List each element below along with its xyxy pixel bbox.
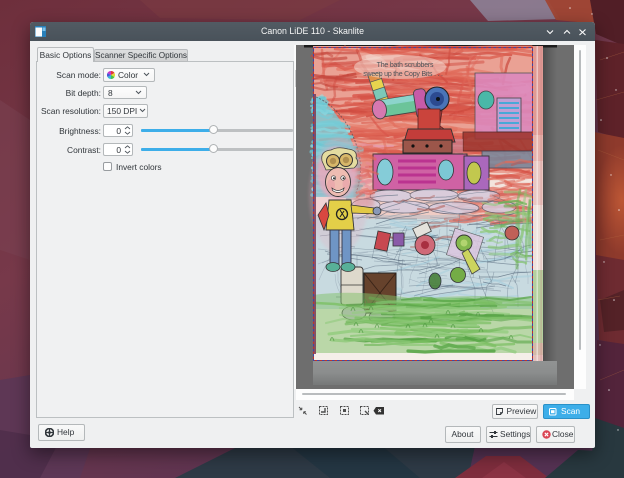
svg-text:The bath scrubbers: The bath scrubbers — [377, 62, 434, 69]
svg-text:sweep up the Copy Bits . . .: sweep up the Copy Bits . . . — [363, 71, 443, 78]
